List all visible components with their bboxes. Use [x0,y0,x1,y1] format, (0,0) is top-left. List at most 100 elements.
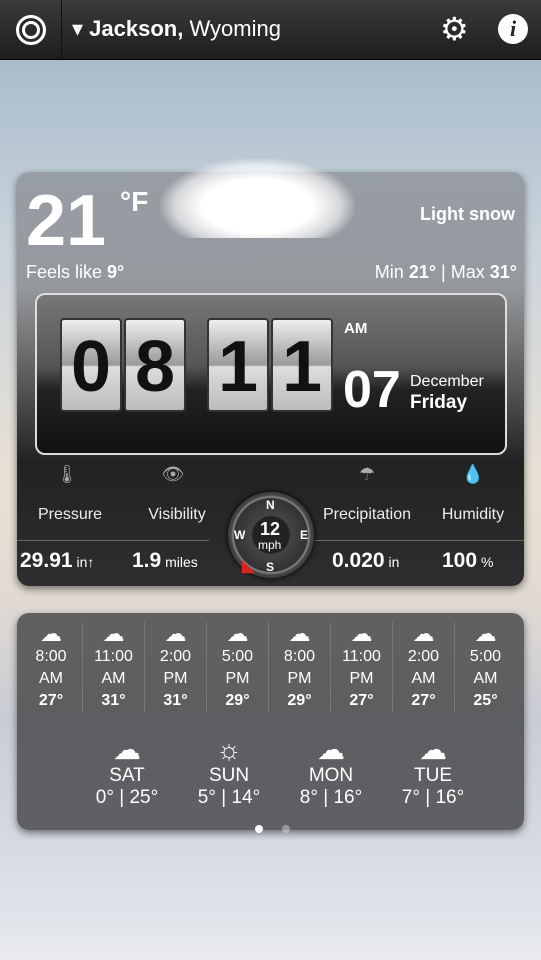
hourly-item: ☁ 2:00 PM 31° [144,622,206,712]
hour-time: 2:00 [159,648,192,665]
hour-temp: 29° [225,692,250,709]
compass-e: E [300,528,309,542]
visibility-value: 1.9 miles [132,549,198,572]
weather-icon: ☁ [419,734,447,765]
page-dot[interactable] [282,825,290,833]
snow-cloud-icon: ☁ [288,621,311,646]
low-temp: 5° [197,787,216,808]
hour-ampm: AM [473,670,498,687]
wind-unit: mph [258,538,282,552]
high-temp: 16° [333,787,363,808]
day-name: TUE [414,765,452,786]
daily-item: ☼ SUN 5° | 14° [174,735,284,809]
hour-ampm: PM [163,670,188,687]
hour-digit-1: 0 [60,318,122,412]
hourly-item: ☁ 11:00 PM 27° [330,622,392,712]
min-label: Min [374,262,404,282]
day-number: 07 [343,361,401,419]
hour-temp: 27° [349,692,374,709]
hour-temp: 31° [163,692,188,709]
min-value: 21° [408,262,437,282]
hour-digit-2: 8 [124,318,186,412]
hour-ampm: AM [411,670,436,687]
hour-temp: 27° [411,692,436,709]
divider [313,540,524,541]
hour-ampm: PM [225,670,250,687]
humidity-label: Humidity [441,506,505,523]
eye-icon: 👁 [161,464,185,484]
snow-cloud-icon: ☁ [474,621,497,646]
compass-s: S [266,560,275,574]
low-temp: 8° [299,787,318,808]
weather-icon: ☼ [216,734,242,765]
day-name: SAT [109,765,145,786]
settings-gear-icon[interactable]: ⚙ [440,10,469,48]
snow-cloud-icon: ☁ [40,621,62,646]
app-logo-button[interactable] [0,0,62,60]
pressure-label: Pressure [37,506,103,523]
hour-time: 8:00 [35,648,67,665]
info-icon[interactable]: i [498,14,528,44]
month: December [410,373,484,390]
minute-digit-1: 1 [207,318,269,412]
umbrella-icon: ☂ [358,464,376,484]
temperature-unit: °F [120,186,149,217]
low-temp: 7° [401,787,420,808]
precipitation-value: 0.020 in [332,549,400,572]
page-dot-active[interactable] [255,825,263,833]
hourly-item: ☁ 8:00 PM 29° [268,622,330,712]
feels-like: Feels like 9° [26,262,124,283]
snow-cloud-icon: ☁ [102,621,125,646]
weekday: Friday [410,392,468,413]
location-selector[interactable]: ▾ Jackson, Wyoming [72,16,281,42]
hourly-item: ☁ 2:00 AM 27° [392,622,454,712]
hour-time: 11:00 [342,648,381,665]
thermometer-icon: 🌡 [55,464,79,484]
snow-cloud-icon: ☁ [350,621,373,646]
hour-time: 2:00 [407,648,440,665]
hour-time: 11:00 [94,648,133,665]
hour-ampm: PM [287,670,312,687]
daily-item: ☁ MON 8° | 16° [276,735,386,809]
feels-value: 9° [107,262,125,282]
logo-icon [15,15,46,45]
condition-text: Light snow [420,204,515,224]
compass-w: W [234,528,246,542]
hour-ampm: AM [39,670,63,687]
hour-time: 8:00 [283,648,316,665]
precipitation-label: Precipitation [322,506,412,523]
max-label: Max [450,262,485,282]
wind-compass: N E S W 12 mph ◣ [228,492,314,578]
hourly-item: ☁ 5:00 PM 29° [206,622,268,712]
daily-item: ☁ SAT 0° | 25° [72,735,182,809]
hour-temp: 29° [287,692,312,709]
compass-n: N [266,498,275,512]
high-temp: 14° [231,787,261,808]
drops-icon: 💧 [461,464,485,484]
hour-temp: 25° [473,692,498,709]
weather-icon: ☁ [317,734,345,765]
hour-temp: 31° [101,692,126,709]
top-bar: ▾ Jackson, Wyoming ⚙ i [0,0,541,60]
hour-temp: 27° [38,692,64,709]
min-max: Min 21° | Max 31° [374,262,517,282]
wind-direction-icon: ◣ [242,558,255,575]
city-name: Jackson, [89,16,184,41]
hourly-item: ☁ 5:00 AM 25° [454,622,516,712]
hour-ampm: AM [101,670,126,687]
hour-ampm: PM [349,670,374,687]
snow-cloud-icon [160,158,355,238]
humidity-value: 100 % [442,549,494,572]
max-value: 31° [489,262,517,282]
divider [17,540,209,541]
wind-speed: 12 [260,519,281,539]
high-temp: 25° [129,787,159,808]
pressure-value: 29.91 in↑ [20,549,95,572]
high-temp: 16° [435,787,465,808]
weather-icon: ☁ [113,734,141,765]
region-name: Wyoming [189,16,281,41]
feels-label: Feels like [26,262,103,282]
hour-time: 5:00 [221,648,254,665]
daily-item: ☁ TUE 7° | 16° [378,735,488,809]
day-name: SUN [208,765,250,786]
